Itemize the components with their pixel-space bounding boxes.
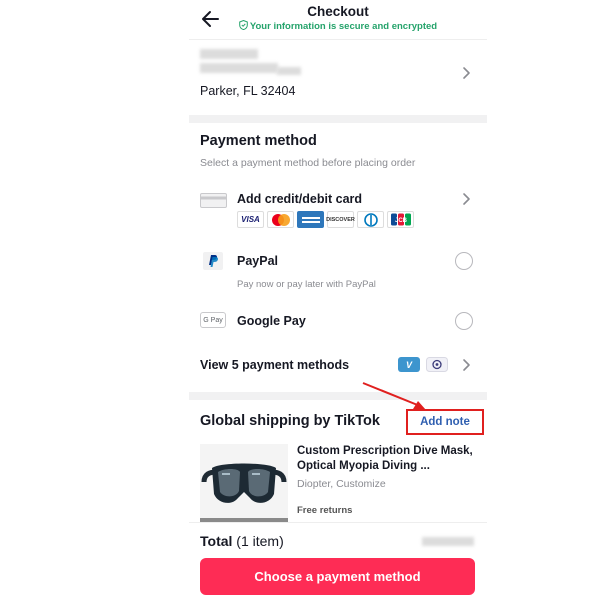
checkout-header: Checkout Your information is secure and … (189, 0, 487, 40)
google-pay-option[interactable]: G Pay Google Pay (189, 311, 487, 333)
paypal-option[interactable]: PayPal Pay now or pay later with PayPal (189, 252, 487, 294)
venmo-icon: V (398, 357, 420, 372)
payment-section-subtitle: Select a payment method before placing o… (200, 157, 416, 169)
add-card-option[interactable]: Add credit/debit card VISA DISCOVER JCB (189, 190, 487, 236)
view-more-payment-methods[interactable]: View 5 payment methods V (189, 356, 487, 376)
redacted-name (200, 49, 258, 59)
chevron-right-icon (463, 67, 470, 79)
total-items: (1 item) (236, 533, 284, 549)
google-pay-radio[interactable] (455, 312, 473, 330)
paypal-radio[interactable] (455, 252, 473, 270)
section-divider (189, 392, 487, 400)
checkout-screen: Checkout Your information is secure and … (189, 0, 487, 600)
secure-notice: Your information is secure and encrypted (189, 19, 487, 32)
mastercard-logo (267, 211, 294, 228)
redacted-street (200, 63, 278, 73)
svg-text:JCB: JCB (394, 218, 407, 224)
section-divider (189, 115, 487, 123)
credit-card-icon (200, 193, 227, 208)
discover-logo: DISCOVER (326, 211, 355, 228)
card-logos: VISA DISCOVER JCB (237, 211, 414, 228)
chevron-right-icon (463, 359, 470, 371)
shield-check-icon (239, 19, 248, 31)
paypal-subtext: Pay now or pay later with PayPal (237, 279, 376, 290)
view-more-label: View 5 payment methods (200, 358, 350, 372)
page-title: Checkout (307, 4, 369, 19)
checkout-footer: Total (1 item) Choose a payment method (189, 522, 487, 600)
payment-section-title: Payment method (200, 133, 317, 149)
visa-logo: VISA (237, 211, 264, 228)
dive-mask-image (200, 444, 288, 524)
chevron-right-icon (463, 193, 470, 205)
diners-club-logo (357, 211, 384, 228)
total-label: Total (200, 533, 233, 549)
amex-logo (297, 211, 324, 228)
shipping-address[interactable]: Parker, FL 32404 (189, 41, 487, 115)
product-variant: Diopter, Customize (297, 478, 386, 490)
afterpay-icon (426, 357, 448, 372)
paypal-label: PayPal (237, 254, 279, 268)
choose-payment-button[interactable]: Choose a payment method (200, 558, 475, 595)
redacted-extra (277, 67, 301, 75)
product-title[interactable]: Custom Prescription Dive Mask, Optical M… (297, 444, 481, 474)
product-image (200, 444, 288, 524)
jcb-logo: JCB (387, 211, 414, 228)
shipping-section-title: Global shipping by TikTok (200, 413, 380, 429)
secure-text: Your information is secure and encrypted (249, 21, 438, 32)
paypal-icon (203, 252, 223, 270)
google-pay-icon: G Pay (200, 312, 226, 328)
redacted-total-price (422, 537, 474, 546)
annotation-arrow (362, 382, 426, 410)
address-city: Parker, FL 32404 (200, 84, 296, 98)
add-card-label: Add credit/debit card (237, 192, 363, 206)
free-returns-label: Free returns (297, 505, 353, 516)
google-pay-label: Google Pay (237, 314, 306, 328)
total-summary: Total (1 item) (200, 533, 284, 549)
